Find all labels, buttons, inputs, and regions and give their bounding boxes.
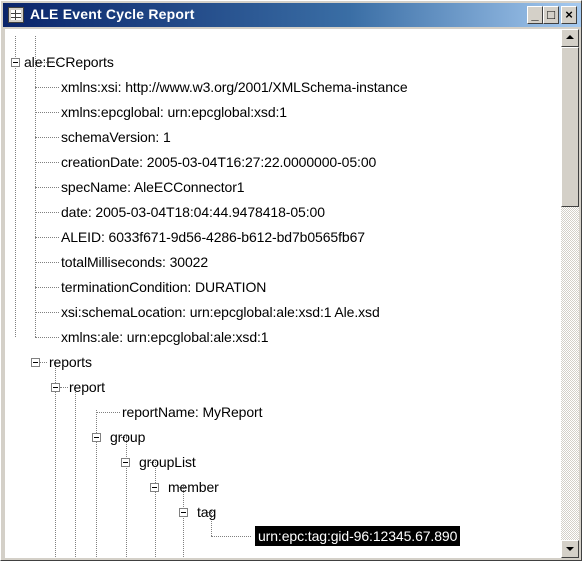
scrollbar-thumb[interactable]: [561, 47, 579, 207]
collapse-toggle-grouplist[interactable]: [121, 458, 130, 467]
collapse-toggle-reports[interactable]: [31, 358, 40, 367]
scroll-down-button[interactable]: [561, 540, 579, 558]
tree-node-creation-date[interactable]: creationDate: 2005-03-04T16:27:22.000000…: [60, 152, 377, 172]
collapse-toggle-report[interactable]: [51, 383, 60, 392]
tree-node-schema-location[interactable]: xsi:schemaLocation: urn:epcglobal:ale:xs…: [60, 302, 381, 322]
tree-node-reports[interactable]: reports: [48, 352, 93, 372]
client-area: ale:ECReports xmlns:xsi: http://www.w3.o…: [5, 29, 579, 558]
window-title: ALE Event Cycle Report: [30, 6, 195, 22]
minimize-icon: _: [531, 7, 539, 22]
tree-node-epc-value-selected[interactable]: urn:epc:tag:gid-96:12345.67.890: [255, 526, 461, 546]
app-window: ALE Event Cycle Report _ □ × ale:ECRepor…: [0, 0, 582, 561]
scroll-up-button[interactable]: [561, 29, 579, 47]
title-bar[interactable]: ALE Event Cycle Report _ □ ×: [3, 3, 581, 27]
collapse-toggle-group[interactable]: [92, 433, 101, 442]
tree-node-date[interactable]: date: 2005-03-04T18:04:44.9478418-05:00: [60, 202, 326, 222]
tree-node-aleid[interactable]: ALEID: 6033f671-9d56-4286-b612-bd7b0565f…: [60, 227, 366, 247]
collapse-toggle-tag[interactable]: [179, 508, 188, 517]
tree-node-member[interactable]: member: [167, 477, 220, 497]
tree-node-spec-name[interactable]: specName: AleECConnector1: [60, 177, 246, 197]
tree-node-report[interactable]: report: [68, 377, 106, 397]
tree-node-termination-condition[interactable]: terminationCondition: DURATION: [60, 277, 267, 297]
xml-tree-view[interactable]: ale:ECReports xmlns:xsi: http://www.w3.o…: [5, 29, 561, 558]
tree-node-group-list[interactable]: groupList: [138, 452, 197, 472]
close-icon: ×: [565, 7, 573, 22]
tree-node-total-milliseconds[interactable]: totalMilliseconds: 30022: [60, 252, 209, 272]
tree-node-ecreports[interactable]: ale:ECReports: [23, 52, 115, 72]
tree-node-report-name[interactable]: reportName: MyReport: [121, 402, 263, 422]
tree-node-tag[interactable]: tag: [196, 502, 217, 522]
collapse-toggle-member[interactable]: [150, 483, 159, 492]
close-button[interactable]: ×: [561, 6, 577, 24]
tree-node-schema-version[interactable]: schemaVersion: 1: [60, 127, 172, 147]
maximize-icon: □: [547, 7, 555, 22]
minimize-button[interactable]: _: [527, 6, 543, 24]
collapse-toggle-ecreports[interactable]: [11, 58, 20, 67]
tree-node-xmlns-xsi[interactable]: xmlns:xsi: http://www.w3.org/2001/XMLSch…: [60, 77, 409, 97]
vertical-scrollbar[interactable]: [561, 29, 579, 558]
tree-node-group[interactable]: group: [109, 427, 146, 447]
maximize-button[interactable]: □: [543, 6, 559, 24]
arrow-up-icon: [566, 35, 574, 39]
tree-node-xmlns-ale[interactable]: xmlns:ale: urn:epcglobal:ale:xsd:1: [60, 327, 270, 347]
app-icon: [8, 7, 24, 23]
arrow-down-icon: [566, 547, 574, 551]
tree-node-xmlns-epcglobal[interactable]: xmlns:epcglobal: urn:epcglobal:xsd:1: [60, 102, 288, 122]
